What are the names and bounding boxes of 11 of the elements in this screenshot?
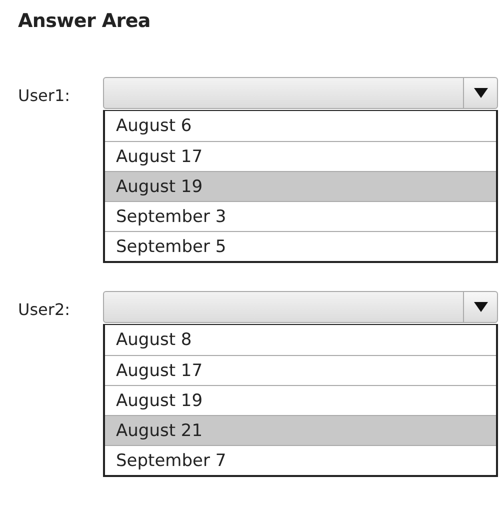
section-title: Answer Area xyxy=(18,10,152,32)
list-option[interactable]: August 19 xyxy=(105,171,496,201)
dropdown-button[interactable] xyxy=(463,78,497,108)
list-option[interactable]: August 21 xyxy=(105,415,496,445)
dropdown-button[interactable] xyxy=(463,292,497,322)
caret-icon xyxy=(474,302,488,312)
field-label: User2: xyxy=(18,299,72,319)
dropdown-field[interactable] xyxy=(103,77,498,109)
caret-icon xyxy=(474,88,488,98)
field-label: User1: xyxy=(18,85,72,105)
dropdown-field[interactable] xyxy=(103,291,498,323)
